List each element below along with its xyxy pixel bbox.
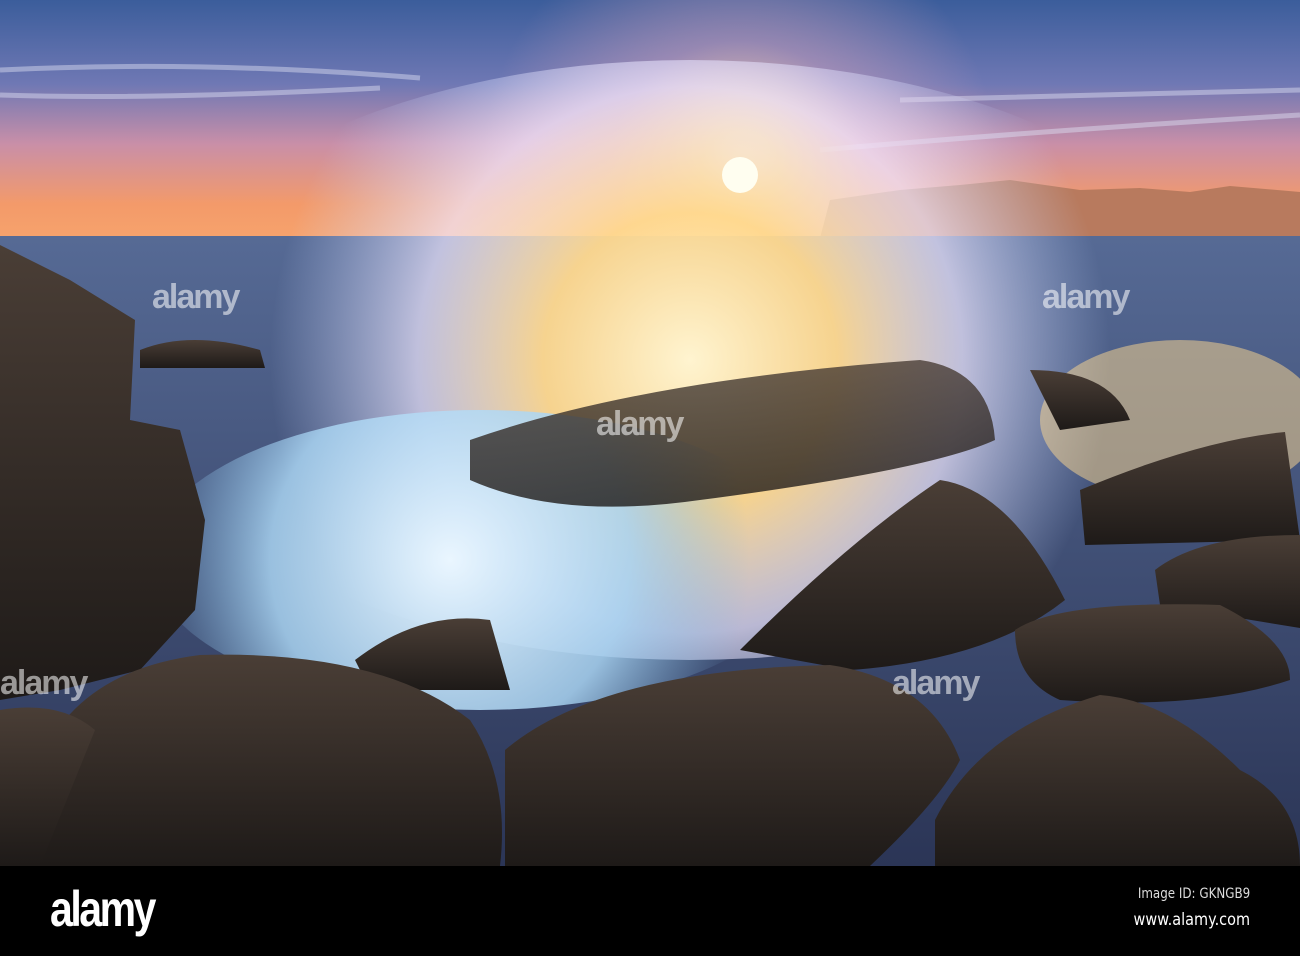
watermark-text: alamy [0,664,88,702]
watermark-text: alamy [892,664,980,702]
footer-bar: alamy Image ID: GKNGB9 www.alamy.com [0,866,1300,956]
site-url: www.alamy.com [1133,910,1250,930]
watermark-text: alamy [596,405,684,443]
watermark-text: alamy [1042,278,1130,316]
watermark-text: alamy [152,278,240,316]
alamy-logo: alamy [50,881,156,937]
image-id: Image ID: GKNGB9 [1137,886,1250,902]
